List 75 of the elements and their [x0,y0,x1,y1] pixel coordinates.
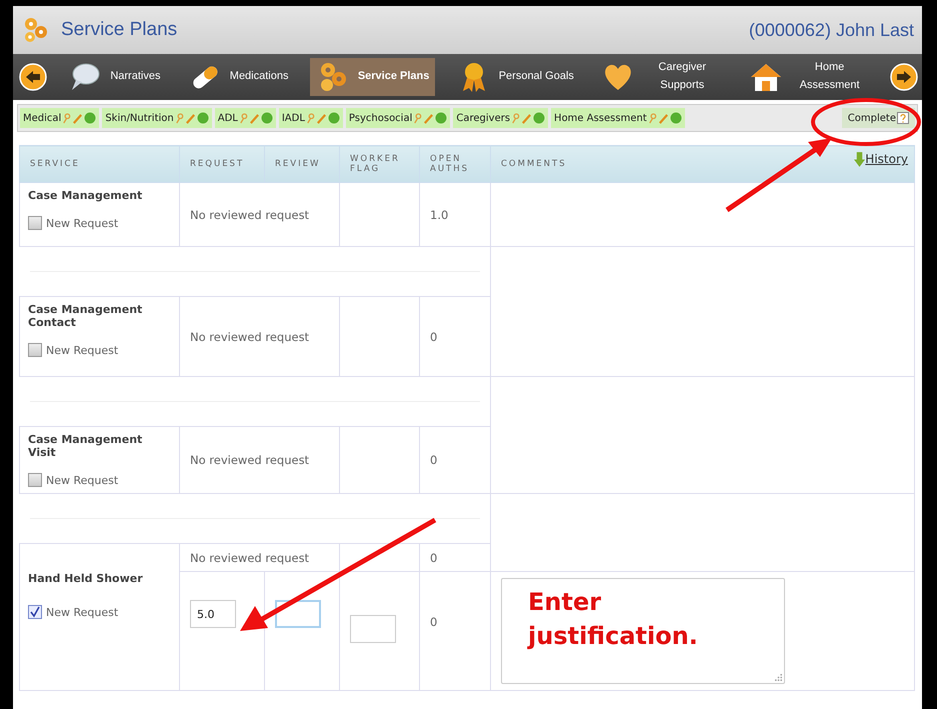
section-tab[interactable]: ADL [214,108,276,128]
column-header: OPEN AUTHS [430,154,470,174]
client-name: (0000062) John Last [748,20,914,40]
open-auths-value: 0 [430,550,438,564]
column-header: REQUEST [190,158,244,169]
key-icon [62,112,72,124]
nav-tab[interactable]: Personal Goals [450,58,580,96]
comment-field[interactable] [501,578,785,684]
checkbox[interactable] [28,605,42,619]
checkbox[interactable] [28,473,42,487]
pencil-icon [316,112,327,124]
pencil-icon [72,112,84,124]
worker-flag-field[interactable] [350,615,396,643]
status-dot-icon [435,112,448,124]
pencil-icon [423,112,434,124]
pencil-icon [658,112,669,124]
section-tab[interactable]: Home Assessment [551,108,685,128]
reviewed-request-text: No reviewed request [190,330,310,344]
open-auths-value: 0 [430,453,438,467]
open-auths-value: 0 [430,615,438,629]
checkbox[interactable] [28,343,42,357]
key-icon [511,112,520,124]
section-tab[interactable]: Psychosocial [346,108,450,128]
column-header: COMMENTS [501,158,567,169]
section-tab[interactable]: Caregivers [453,108,548,128]
column-header: SERVICE [30,158,80,169]
request-field[interactable]: 5.0 [190,600,236,628]
nav-tab[interactable]: Caregiver Supports [595,58,728,96]
checkbox-label: New Request [46,216,118,230]
forward-arrow-icon[interactable] [890,63,918,91]
checkbox-label: New Request [46,474,118,486]
history-link[interactable]: History [854,152,908,167]
column-header: WORKER FLAG [350,154,400,174]
key-icon [648,112,657,124]
review-field[interactable] [275,600,321,628]
annotation-text: Enter justification. [528,587,699,652]
pencil-icon [184,112,196,124]
key-icon [238,112,248,124]
checkbox-label: New Request [46,344,118,356]
open-auths-value: 1.0 [430,208,448,222]
service-name: Case Management Contact [28,303,144,329]
nav-tab[interactable]: Medications [182,58,294,96]
reviewed-request-text: No reviewed request [190,208,310,222]
reviewed-request-text: No reviewed request [190,550,310,564]
checkbox[interactable] [28,216,42,230]
service-name: Case Management [28,189,144,202]
service-name: Case Management Visit [28,433,144,459]
status-dot-icon [260,112,273,124]
resize-grip-icon [774,673,783,682]
nav-tab[interactable]: Narratives [62,58,166,96]
section-tab[interactable]: Medical [20,108,100,128]
key-icon [306,112,315,124]
key-icon [413,112,422,124]
section-tab[interactable]: Complete [842,108,915,128]
section-tab[interactable]: Skin/Nutrition [102,108,212,128]
status-dot-icon [84,112,96,124]
pencil-icon [521,112,532,124]
status-dot-icon [533,112,546,124]
checkbox-label: New Request [46,606,118,618]
reviewed-request-text: No reviewed request [190,453,310,467]
page-title: Service Plans [61,19,178,41]
status-dot-icon [328,112,340,124]
nav-tab[interactable]: Service Plans [310,58,436,96]
help-icon [897,112,909,124]
column-header: REVIEW [275,158,320,169]
open-auths-value: 0 [430,330,438,344]
status-dot-icon [196,112,209,124]
pencil-icon [248,112,260,124]
down-arrow-icon [854,152,866,167]
service-name: Hand Held Shower [28,572,144,585]
back-arrow-icon[interactable] [19,63,47,91]
key-icon [174,112,184,124]
section-tab[interactable]: IADL [278,108,343,128]
nav-tab[interactable]: Home Assessment [742,58,875,96]
status-dot-icon [670,112,682,124]
